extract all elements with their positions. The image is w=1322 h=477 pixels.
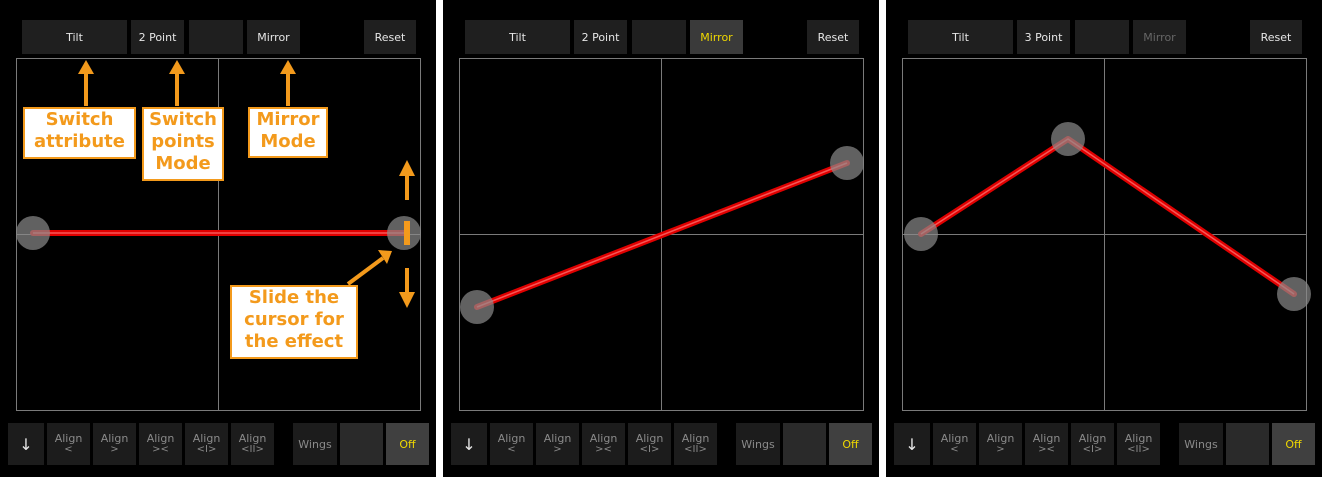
- annotation-slide-cursor: Slide the cursor for the effect: [230, 285, 358, 359]
- arrow-head-icon: [169, 60, 185, 74]
- annotation-mirror-mode: Mirror Mode: [248, 107, 328, 158]
- annotation-text: Mode: [155, 153, 211, 174]
- arrow-diagonal-icon: [346, 256, 385, 286]
- annotation-text: Mode: [260, 131, 316, 152]
- cursor-marker-icon: [404, 221, 410, 245]
- arrow-head-icon: [78, 60, 94, 74]
- arrow-head-icon: [399, 292, 415, 308]
- annotation-text: Slide the: [248, 287, 340, 308]
- annotation-text: Mirror: [256, 109, 320, 130]
- annotation-text: Switch: [149, 109, 217, 130]
- annotation-text: Switch: [45, 109, 114, 130]
- annotation-text: attribute: [34, 131, 125, 152]
- annotation-text: the effect: [244, 331, 344, 352]
- annotation-text: cursor for: [244, 309, 344, 330]
- annotation-switch-points: Switch points Mode: [142, 107, 224, 181]
- annotation-text: points: [151, 131, 215, 152]
- arrow-head-icon: [399, 160, 415, 176]
- annotation-arrows: [78, 60, 415, 308]
- annotation-switch-attribute: Switch attribute: [23, 107, 136, 159]
- arrow-head-icon: [280, 60, 296, 74]
